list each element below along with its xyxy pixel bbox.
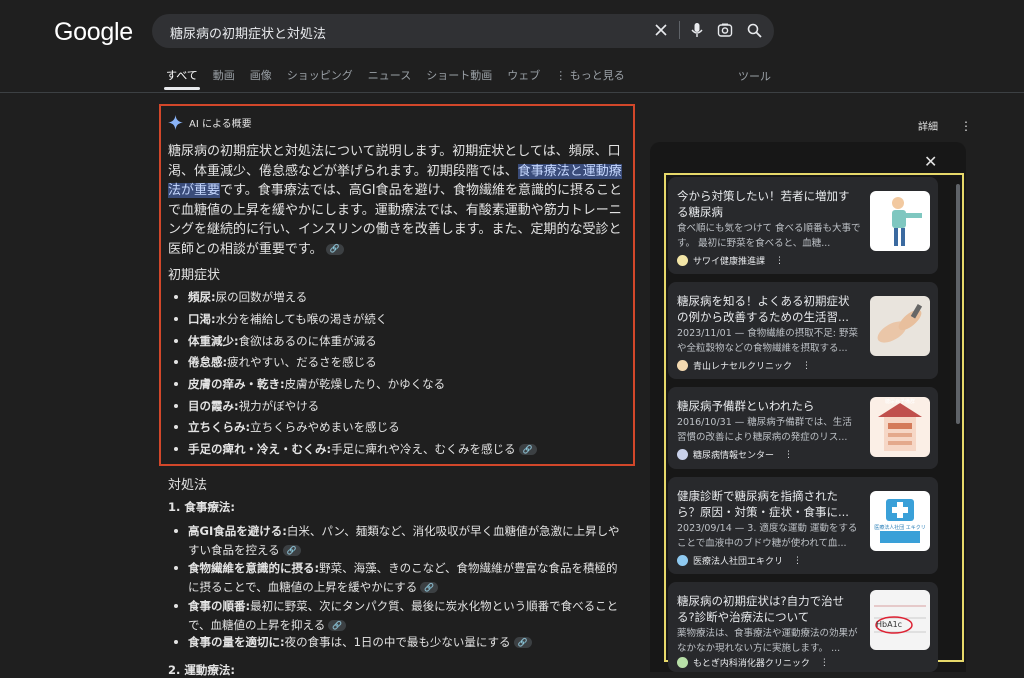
thumbnail-image [870,296,930,356]
favicon-icon [677,449,688,460]
tools-button[interactable]: ツール [738,68,771,84]
more-options-icon[interactable]: ⋮ [802,361,811,371]
card-source[interactable]: 青山レナセルクリニック ⋮ [677,359,811,372]
card-title[interactable]: 糖尿病の初期症状は?自力で治せる?診断や治療法について [677,593,857,625]
details-label: 詳細 [918,122,938,133]
tab-shopping[interactable]: ショッピング [287,67,353,83]
link-icon[interactable]: 🔗 [513,637,532,648]
card-snippet: 2016/10/31 — 糖尿病予備群では、生活習慣の改善により糖尿病の発症のリ… [677,417,852,443]
card-source[interactable]: サワイ健康推進課 ⋮ [677,254,784,267]
tab-shorts[interactable]: ショート動画 [426,67,492,83]
treatment-heading: 対処法 [168,478,208,493]
panel-scrollbar[interactable] [956,184,960,424]
source-card[interactable]: 糖尿病予備群といわれたら 2016/10/31 — 糖尿病予備群では、生活習慣の… [668,387,938,469]
diet-heading: 1. 食事療法: [168,500,235,514]
search-divider [679,21,680,39]
source-card[interactable]: 糖尿病の初期症状は?自力で治せる?診断や治療法について 薬物療法は、食事療法や運… [668,582,938,672]
card-snippet: 2023/09/14 — 3. 適度な運動 運動をすることで血液中のブドウ糖が使… [677,523,858,549]
clear-icon[interactable] [652,21,670,39]
details-button[interactable]: 詳細 ⋮ [918,118,972,133]
thumbnail-image [870,191,930,251]
list-item: 倦怠感:疲れやすい、だるさを感じる [174,354,377,370]
thumbnail-label: HbA1c [876,620,903,629]
search-icon[interactable] [745,21,763,39]
card-title[interactable]: 糖尿病を知る！よくある初期症状の例から改善するための生活習... [677,293,857,325]
link-icon[interactable]: 🔗 [325,243,344,255]
card-title[interactable]: 健康診断で糖尿病を指摘されたら？原因・対策・症状・食事に... [677,488,857,520]
list-item: 高GI食品を避ける:白米、パン、麺類など、消化吸収が早く血糖値が急激に上昇しやす… [174,522,634,560]
tab-more[interactable]: ⋮ もっと見る [555,67,625,83]
list-item: 手足の痺れ・冷え・むくみ:手足に痺れや冷え、むくみを感じる 🔗 [174,441,537,457]
link-icon[interactable]: 🔗 [420,582,439,593]
more-options-icon[interactable]: ⋮ [784,450,793,460]
list-item: 食物繊維を意識的に摂る:野菜、海藻、きのこなど、食物繊維が豊富な食品を積極的 に摂… [174,559,634,597]
list-item: 食事の量を適切に:夜の食事は、1日の中で最も少ない量にする 🔗 [174,634,532,650]
list-item: 食事の順番:最初に野菜、次にタンパク質、最後に炭水化物という順番で食べること で、… [174,597,634,635]
google-logo[interactable]: Google [54,18,133,47]
search-input[interactable]: 糖尿病の初期症状と対処法 [170,23,326,42]
more-options-icon[interactable]: ⋮ [775,256,784,266]
thumbnail-label: 糖尿病予備群 [884,399,915,405]
tab-images[interactable]: 画像 [250,67,272,83]
source-card[interactable]: 健康診断で糖尿病を指摘されたら？原因・対策・症状・食事に... 2023/09/… [668,477,938,574]
ai-overview-summary: 糖尿病の初期症状と対処法について説明します。初期症状としては、頻尿、口渇、体重減… [168,142,628,259]
search-tabs: すべて 動画 画像 ショッピング ニュース ショート動画 ウェブ ⋮ もっと見る [166,67,640,83]
tab-web[interactable]: ウェブ [507,67,540,83]
ai-overview-header: AI による概要 [168,115,252,130]
more-label: もっと見る [569,69,625,82]
card-snippet: 薬物療法は、食事療法や運動療法の効果がなかなか現れない方に実施します。 ... [677,628,858,654]
card-source[interactable]: 医療法人社団エキクリ ⋮ [677,554,802,567]
list-item: 皮膚の痒み・乾き:皮膚が乾燥したり、かゆくなる [174,376,445,392]
card-snippet: 2023/11/01 — 食物繊維の摂取不足: 野菜や全粒穀物などの食物繊維を摂… [677,328,859,354]
list-item: 立ちくらみ:立ちくらみやめまいを感じる [174,419,400,435]
symptoms-heading: 初期症状 [168,268,221,283]
favicon-icon [677,360,688,371]
source-card[interactable]: 糖尿病を知る！よくある初期症状の例から改善するための生活習... 2023/11… [668,282,938,379]
header-divider [0,92,1024,93]
tab-videos[interactable]: 動画 [213,67,235,83]
favicon-icon [677,255,688,266]
list-item: 目の霞み:視力がぼやける [174,398,319,414]
link-icon[interactable]: 🔗 [282,545,301,556]
close-icon[interactable]: ✕ [924,152,937,171]
tab-news[interactable]: ニュース [368,67,411,83]
list-item: 口渇:水分を補給しても喉の渇きが続く [174,311,387,327]
list-item: 体重減少:食欲はあるのに体重が減る [174,333,377,349]
exercise-heading: 2. 運動療法: [168,663,235,677]
thumbnail-image: 糖尿病予備群 [870,397,930,457]
list-item: 頻尿:尿の回数が増える [174,289,307,305]
favicon-icon [677,657,688,668]
more-kebab-icon: ⋮ [555,69,570,82]
favicon-icon [677,555,688,566]
sparkle-icon [168,115,183,130]
summary-text-2: です。食事療法では、高GI食品を避け、食物繊維を意識的に摂ることで血糖値の上昇を… [168,183,622,257]
ai-overview-title: AI による概要 [189,119,252,130]
thumbnail-label: 医療法人社団 エキクリ [874,525,926,531]
more-options-icon[interactable]: ⋮ [793,556,802,566]
card-source[interactable]: 糖尿病情報センター ⋮ [677,448,793,461]
card-snippet: 食べ順にも気をつけて 食べる順番も大事です。 最初に野菜を食べると、血糖... [677,223,861,249]
lens-icon[interactable] [716,21,734,39]
more-options-icon[interactable]: ⋮ [820,658,829,668]
source-card[interactable]: 今から対策したい！若者に増加する糖尿病 食べ順にも気をつけて 食べる順番も大事で… [668,177,938,274]
card-source[interactable]: もとぎ内科消化器クリニック ⋮ [677,656,829,669]
thumbnail-image: HbA1c [870,590,930,650]
more-options-icon[interactable]: ⋮ [960,119,972,133]
link-icon[interactable]: 🔗 [518,444,537,455]
thumbnail-image: 医療法人社団 エキクリ [870,491,930,551]
microphone-icon[interactable] [688,21,706,39]
active-tab-indicator [164,87,200,90]
card-title[interactable]: 今から対策したい！若者に増加する糖尿病 [677,188,857,220]
card-title[interactable]: 糖尿病予備群といわれたら [677,398,857,414]
link-icon[interactable]: 🔗 [328,620,347,631]
tab-all[interactable]: すべて [166,67,198,83]
